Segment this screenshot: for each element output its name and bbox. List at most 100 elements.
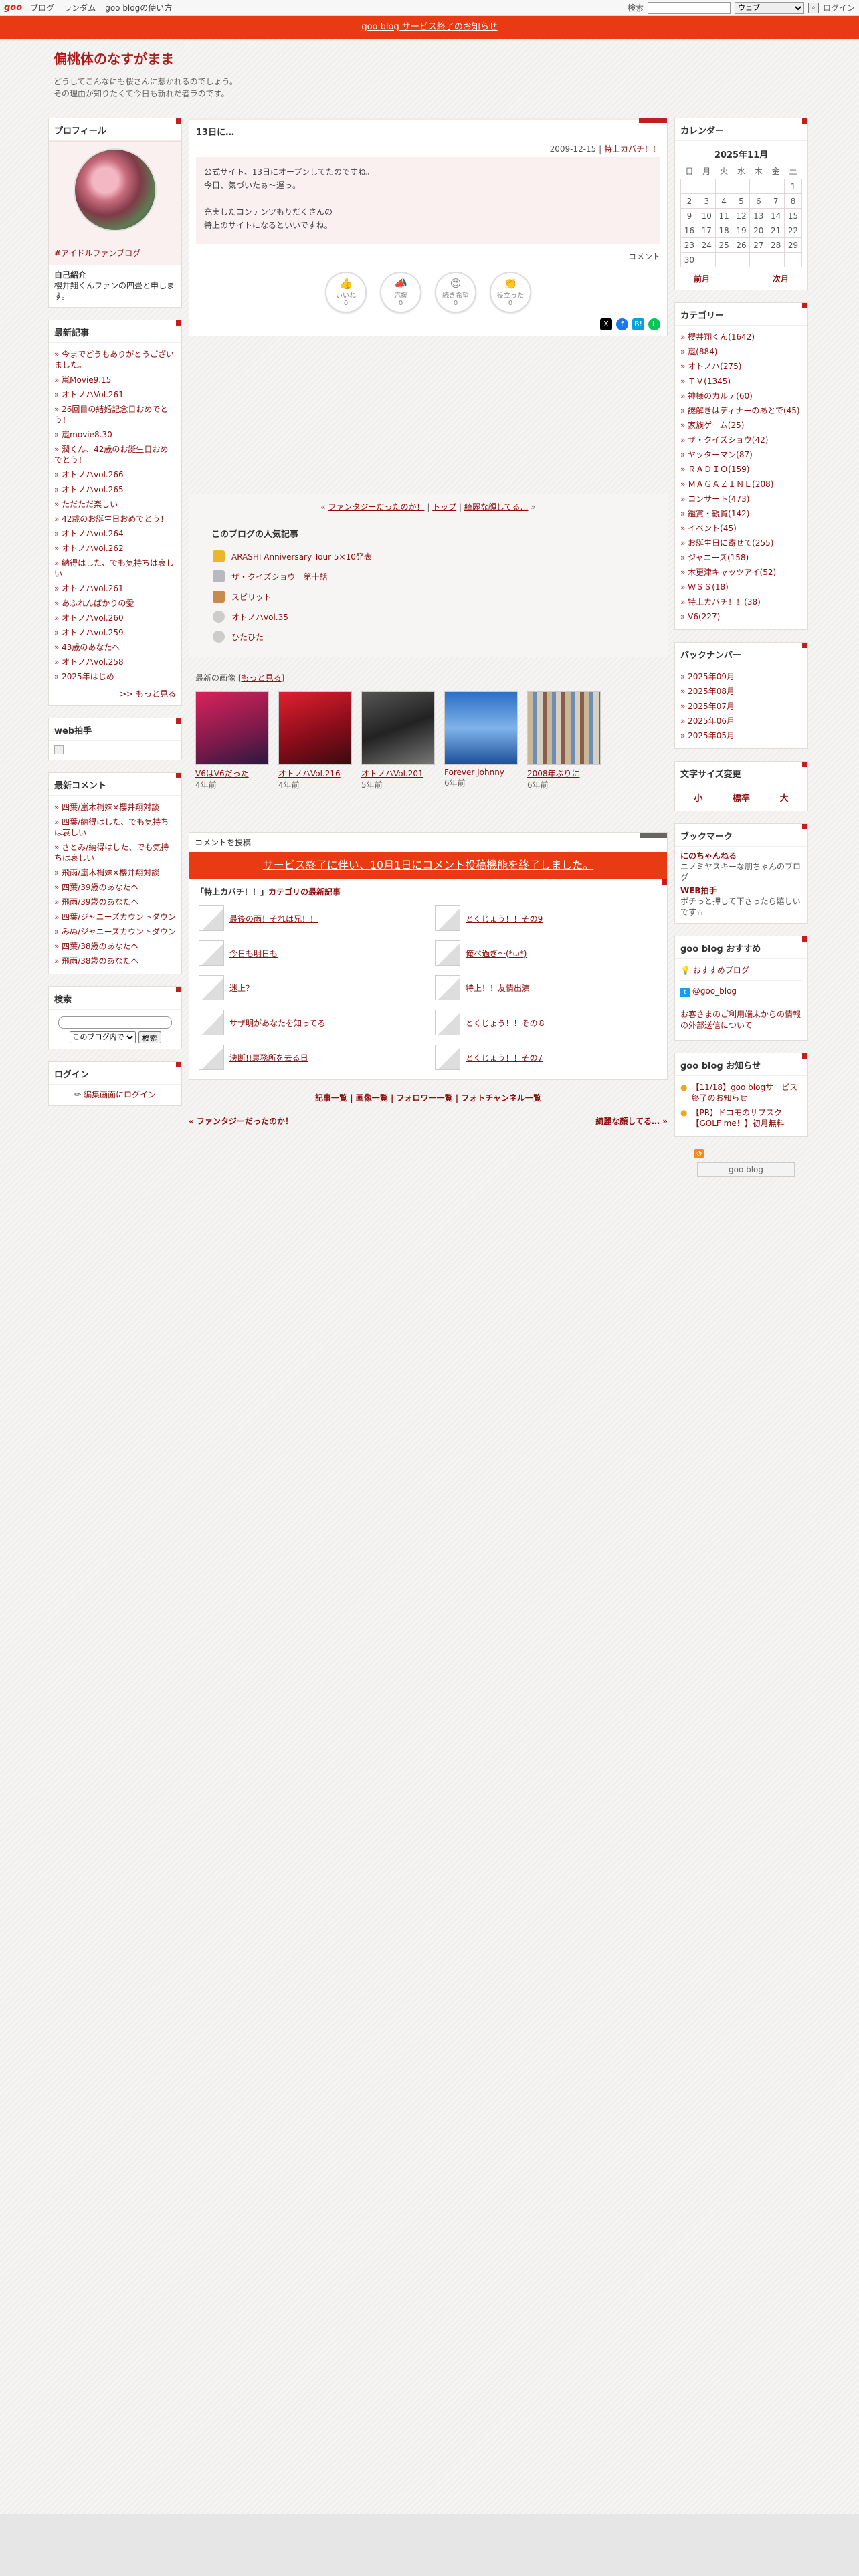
thumbnail-caption[interactable]: オトノハVol.216 bbox=[278, 768, 352, 779]
recent-post-link[interactable]: 今までどうもありがとうございました。 bbox=[54, 347, 176, 372]
recent-post-link[interactable]: 嵐Movie9.15 bbox=[54, 372, 176, 387]
recent-post-link[interactable]: オトノハvol.258 bbox=[54, 655, 176, 669]
category-link[interactable]: ＲＡＤＩＯ(159) bbox=[680, 462, 802, 477]
calendar-day[interactable]: 9 bbox=[680, 208, 698, 223]
recommend-blog-link[interactable]: おすすめブログ bbox=[693, 966, 749, 975]
calendar-day[interactable]: 11 bbox=[714, 208, 733, 223]
category-post-link[interactable]: とくじょう！！その８ bbox=[466, 1017, 546, 1029]
top-link[interactable]: トップ bbox=[432, 502, 456, 512]
backnumber-link[interactable]: 2025年09月 bbox=[680, 669, 802, 684]
calendar-day[interactable]: 26 bbox=[732, 237, 751, 253]
calendar-prev-link[interactable]: 前月 bbox=[694, 273, 710, 284]
thumbnail-item[interactable]: V6はV6だった 4年前 bbox=[195, 691, 269, 790]
profile-tag[interactable]: #アイドルファンブログ bbox=[54, 247, 176, 259]
popular-item-4[interactable]: オトノハvol.35 bbox=[189, 607, 668, 627]
popular-item-5[interactable]: ひたひた bbox=[189, 627, 668, 647]
prev-post-link[interactable]: ファンタジーだったのか！ bbox=[328, 502, 424, 512]
comment-link[interactable]: 飛雨/39歳のあなたへ bbox=[54, 895, 176, 909]
thumbnail-item[interactable]: オトノハVol.201 5年前 bbox=[361, 691, 435, 790]
popular-item-3[interactable]: スピリット bbox=[189, 586, 668, 607]
images-more-link[interactable]: もっと見る bbox=[242, 673, 282, 683]
category-link[interactable]: イベント(45) bbox=[680, 521, 802, 536]
category-link[interactable]: お誕生日に寄せて(255) bbox=[680, 536, 802, 550]
category-link[interactable]: ヤッターマン(87) bbox=[680, 447, 802, 462]
category-link[interactable]: コンサート(473) bbox=[680, 492, 802, 506]
calendar-day[interactable]: 14 bbox=[767, 208, 785, 223]
category-link[interactable]: ＭＡＧＡＺＩＮＥ(208) bbox=[680, 477, 802, 492]
calendar-day[interactable]: 8 bbox=[784, 193, 802, 209]
recent-post-link[interactable]: オトノハvol.260 bbox=[54, 611, 176, 625]
info-link[interactable]: 【PR】ドコモのサブスク【GOLF me！】初月無料 bbox=[691, 1107, 802, 1129]
backnumber-link[interactable]: 2025年06月 bbox=[680, 714, 802, 728]
category-link[interactable]: ザ・クイズショウ(42) bbox=[680, 433, 802, 447]
popular-link[interactable]: ARASHI Anniversary Tour 5×10発表 bbox=[231, 551, 372, 562]
entry-category-link[interactable]: 特上カバチ！！ bbox=[604, 144, 660, 154]
recent-post-link[interactable]: ただただ楽しい bbox=[54, 497, 176, 512]
category-link[interactable]: 特上カバチ！！(38) bbox=[680, 595, 802, 609]
goo-blog-badge[interactable]: goo blog bbox=[697, 1162, 795, 1177]
footer-link-photochannel[interactable]: フォトチャンネル一覧 bbox=[461, 1093, 541, 1103]
entry-title[interactable]: 13日に… bbox=[189, 120, 667, 143]
calendar-day[interactable]: 5 bbox=[732, 193, 751, 209]
hatena-icon[interactable]: B! bbox=[632, 318, 644, 330]
reaction-like-button[interactable]: 👍 いいね 0 bbox=[325, 272, 367, 313]
thumbnail-image[interactable] bbox=[361, 691, 435, 765]
info-link[interactable]: 【11/18】goo blogサービス終了のお知らせ bbox=[691, 1082, 802, 1103]
calendar-day[interactable]: 19 bbox=[732, 223, 751, 238]
recent-post-link[interactable]: あふれんばかりの愛 bbox=[54, 596, 176, 611]
recent-post-link[interactable]: オトノハvol.259 bbox=[54, 625, 176, 640]
footer-link-posts[interactable]: 記事一覧 bbox=[315, 1093, 347, 1103]
recommend-item[interactable]: 💡 おすすめブログ bbox=[680, 963, 802, 978]
x-icon[interactable]: X bbox=[600, 318, 612, 330]
next-post-link[interactable]: 綺麗な顔してる… bbox=[464, 502, 529, 512]
goo-blog-twitter-link[interactable]: @goo_blog bbox=[692, 986, 737, 996]
calendar-day[interactable]: 22 bbox=[784, 223, 802, 238]
notice-link[interactable]: goo blog サービス終了のお知らせ bbox=[361, 22, 497, 32]
calendar-day[interactable]: 15 bbox=[784, 208, 802, 223]
rss-icon[interactable]: ◔ bbox=[694, 1149, 704, 1158]
login-link[interactable]: ログイン bbox=[823, 2, 855, 13]
category-link[interactable]: 家族ゲーム(25) bbox=[680, 418, 802, 433]
thumbnail-image[interactable] bbox=[527, 691, 601, 765]
category-link[interactable]: 嵐(884) bbox=[680, 344, 802, 359]
calendar-day[interactable]: 2 bbox=[680, 193, 698, 209]
thumbnail-caption[interactable]: Forever Johnny bbox=[444, 768, 518, 777]
blog-search-input[interactable] bbox=[58, 1016, 172, 1029]
reaction-more-button[interactable]: 😍 続き希望 0 bbox=[435, 272, 476, 313]
topbar-link-howto[interactable]: goo blogの使い方 bbox=[105, 2, 172, 13]
category-link[interactable]: ＷＳＳ(18) bbox=[680, 580, 802, 595]
search-icon[interactable]: ⌕ bbox=[807, 2, 819, 13]
category-post-link[interactable]: サザ明があなたを知ってる bbox=[229, 1017, 325, 1029]
info-item[interactable]: ● 【11/18】goo blogサービス終了のお知らせ bbox=[680, 1080, 802, 1105]
comment-link[interactable]: 四葉/納得はした、でも気持ちは哀しい bbox=[54, 815, 176, 840]
calendar-day[interactable]: 23 bbox=[680, 237, 698, 253]
category-link[interactable]: 木更津キャッツアイ(52) bbox=[680, 565, 802, 580]
edit-login-link[interactable]: 編集画面にログイン bbox=[84, 1090, 156, 1099]
recent-post-link[interactable]: 納得はした、でも気持ちは哀しい bbox=[54, 556, 176, 581]
popular-item-1[interactable]: ARASHI Anniversary Tour 5×10発表 bbox=[189, 546, 668, 566]
reaction-cheer-button[interactable]: 📣 応援 0 bbox=[380, 272, 421, 313]
bookmark-link[interactable]: にのちゃんねる bbox=[680, 851, 802, 861]
calendar-day[interactable]: 21 bbox=[767, 223, 785, 238]
thumbnail-image[interactable] bbox=[444, 691, 518, 765]
recent-post-link[interactable]: 42歳のお誕生日おめでとう！ bbox=[54, 512, 176, 526]
thumbnail-caption[interactable]: V6はV6だった bbox=[195, 768, 269, 779]
thumbnail-item[interactable]: 2008年ぶりに 6年前 bbox=[527, 691, 601, 790]
category-post-item[interactable]: 決断!!裏務所を去る日 bbox=[199, 1045, 421, 1070]
category-link[interactable]: V6(227) bbox=[680, 609, 802, 624]
category-post-item[interactable]: サザ明があなたを知ってる bbox=[199, 1010, 421, 1035]
comment-link[interactable]: 四葉/嵐木梢妹×櫻井翔対談 bbox=[54, 800, 176, 815]
search-scope-select[interactable]: ウェブ bbox=[734, 1, 804, 14]
popular-link[interactable]: ひたひた bbox=[231, 631, 264, 643]
pager-next-label[interactable]: 綺麗な顔してる… bbox=[595, 1117, 660, 1126]
bookmark-link[interactable]: WEB拍手 bbox=[680, 885, 802, 896]
category-link[interactable]: 神様のカルテ(60) bbox=[680, 389, 802, 403]
calendar-day[interactable]: 25 bbox=[714, 237, 733, 253]
goo-logo[interactable]: goo bbox=[4, 3, 22, 13]
calendar-day[interactable]: 1 bbox=[784, 179, 802, 194]
external-data-link[interactable]: お客さまのご利用端末からの情報の外部送信について bbox=[680, 1005, 802, 1035]
category-post-item[interactable]: 特上！！友情出演 bbox=[435, 975, 658, 1000]
category-post-item[interactable]: とくじょう！！その9 bbox=[435, 905, 658, 931]
comment-link[interactable]: 飛雨/38歳のあなたへ bbox=[54, 954, 176, 968]
calendar-day[interactable]: 30 bbox=[680, 252, 698, 267]
